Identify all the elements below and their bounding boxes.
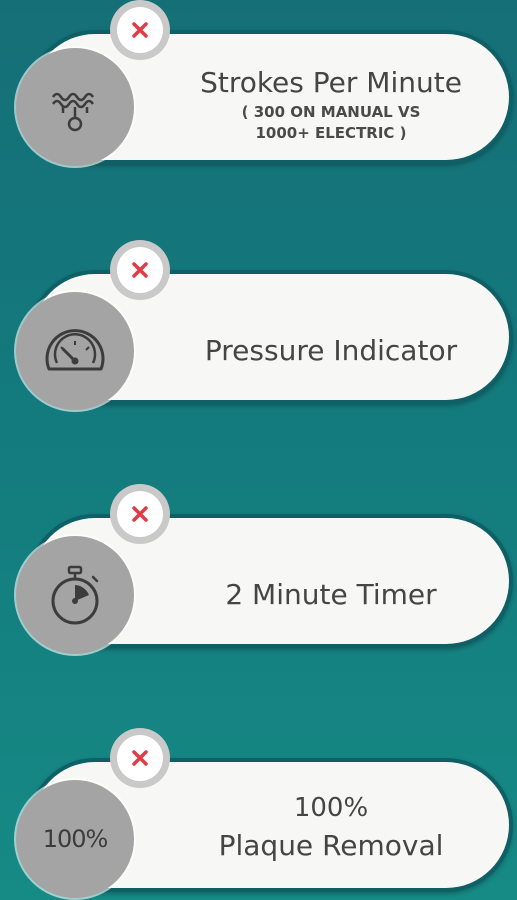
x-badge [110,484,170,544]
feature-item-strokes: Strokes Per Minute ( 300 ON MANUAL VS 10… [0,0,517,166]
feature-title: Strokes Per Minute [200,66,462,99]
x-badge [110,0,170,60]
feature-text: 2 Minute Timer [175,578,487,612]
x-icon [132,262,148,278]
x-badge [110,728,170,788]
feature-text: 100% Plaque Removal [175,790,487,866]
x-icon [132,506,148,522]
x-icon [132,750,148,766]
feature-subtitle: Plaque Removal [218,829,444,862]
speedometer-icon [16,292,134,410]
feature-text: Pressure Indicator [175,334,487,368]
feature-title: 100% [293,793,369,823]
feature-text: Strokes Per Minute ( 300 ON MANUAL VS 10… [175,66,487,144]
feature-item-timer: 2 Minute Timer [0,484,517,654]
feature-item-pressure: Pressure Indicator [0,240,517,410]
stopwatch-icon [16,536,134,654]
percent-icon: 100% [16,780,134,898]
percent-icon-text: 100% [42,825,109,853]
x-icon [132,22,148,38]
x-badge [110,240,170,300]
feature-item-plaque: 100% 100% Plaque Removal [0,728,517,898]
feature-list: Strokes Per Minute ( 300 ON MANUAL VS 10… [0,0,517,900]
water-drops-icon [16,48,134,166]
feature-title: Pressure Indicator [204,334,458,367]
feature-subtitle: ( 300 ON MANUAL VS 1000+ ELECTRIC ) [241,103,421,142]
feature-title: 2 Minute Timer [225,578,437,611]
